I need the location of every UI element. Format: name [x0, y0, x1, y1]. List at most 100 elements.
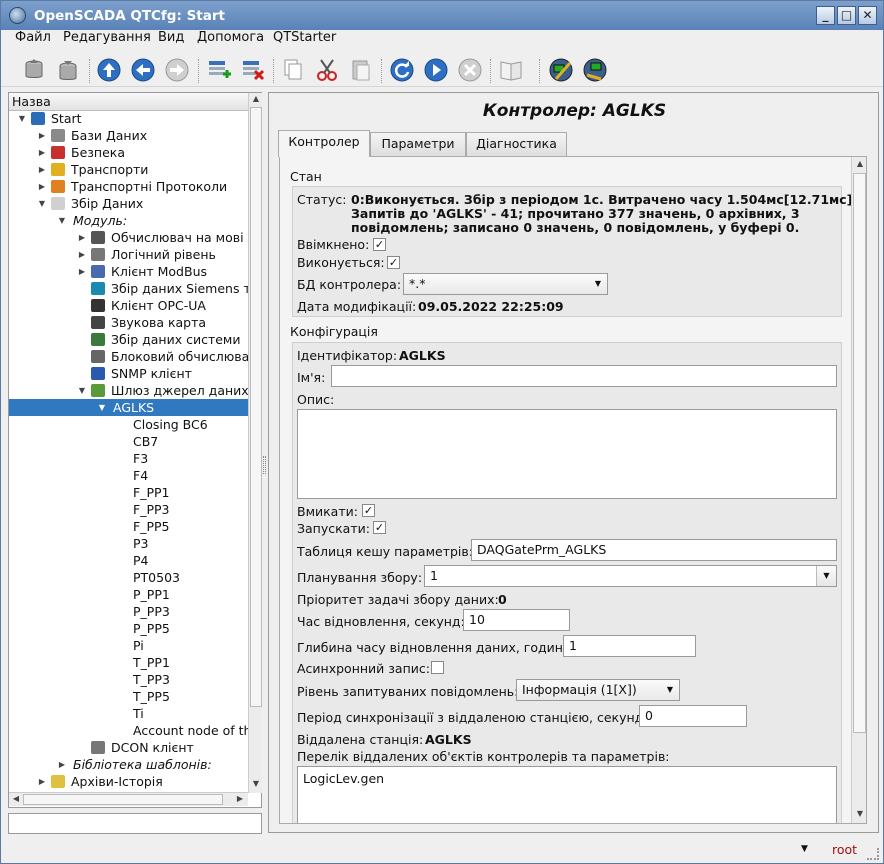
tree-item[interactable]: Ti [9, 705, 248, 722]
expand-right-icon[interactable]: ▶ [37, 773, 47, 790]
enabled-checkbox[interactable]: ✓ [373, 238, 386, 251]
resize-grip[interactable] [867, 848, 879, 860]
sync-period-input[interactable]: 0 [639, 705, 747, 727]
tree-item[interactable]: ▼ Модуль: [9, 212, 248, 229]
refresh-icon[interactable] [387, 55, 417, 85]
restore-time-input[interactable]: 10 [463, 609, 570, 631]
manual-icon[interactable] [496, 55, 526, 85]
running-checkbox[interactable]: ✓ [387, 256, 400, 269]
menu-view[interactable]: Вид [158, 30, 184, 45]
tree-item[interactable]: ▼ Збір Даних [9, 195, 248, 212]
scroll-up-icon[interactable]: ▲ [854, 159, 866, 168]
panel-vertical-scrollbar[interactable]: ▲ ▼ [851, 157, 866, 823]
forward-icon[interactable] [162, 55, 192, 85]
tree-item[interactable]: P4 [9, 552, 248, 569]
expand-down-icon[interactable]: ▼ [77, 382, 87, 399]
cut-icon[interactable] [312, 55, 342, 85]
tree-item[interactable]: F_PP1 [9, 484, 248, 501]
tree-item[interactable]: Pi [9, 637, 248, 654]
scrollbar-thumb[interactable] [23, 794, 223, 805]
restore-depth-input[interactable]: 1 [563, 635, 696, 657]
tree-item[interactable]: F_PP3 [9, 501, 248, 518]
vision-icon[interactable] [580, 55, 610, 85]
expand-right-icon[interactable]: ▶ [37, 178, 47, 195]
tree-item[interactable]: ▶ Транспорти [9, 161, 248, 178]
close-button[interactable]: ✕ [858, 6, 877, 25]
tree-item[interactable]: Closing BC6 [9, 416, 248, 433]
enable-checkbox[interactable]: ✓ [362, 504, 375, 517]
title-bar[interactable]: OpenSCADA QTCfg: Start _ □ ✕ [1, 1, 883, 30]
tree-item[interactable]: Клієнт OPC-UA [9, 297, 248, 314]
tab-diagnostics[interactable]: Діагностика [466, 132, 567, 156]
menu-qtstarter[interactable]: QTStarter [273, 30, 336, 45]
tree-item[interactable]: PT0503 [9, 569, 248, 586]
expand-down-icon[interactable]: ▼ [17, 111, 27, 127]
schedule-combobox[interactable]: 1 ▼ [424, 565, 837, 587]
tree-item[interactable]: ▶ Бібліотека шаблонів: [9, 756, 248, 773]
tree-item[interactable]: ▶ Безпека [9, 144, 248, 161]
expand-down-icon[interactable]: ▼ [57, 212, 67, 229]
tree-horizontal-scrollbar[interactable]: ◀ ▶ [9, 792, 248, 806]
tree-item[interactable]: Збір даних Siemens т [9, 280, 248, 297]
tree-item[interactable]: ▶ Транспортні Протоколи [9, 178, 248, 195]
paste-icon[interactable] [346, 55, 376, 85]
expand-right-icon[interactable]: ▶ [77, 229, 87, 246]
tree-item[interactable]: ▶ Логічний рівень [9, 246, 248, 263]
stop-icon[interactable] [455, 55, 485, 85]
tree-item[interactable]: F4 [9, 467, 248, 484]
expand-right-icon[interactable]: ▶ [37, 144, 47, 161]
up-icon[interactable] [94, 55, 124, 85]
tree-item[interactable]: P_PP5 [9, 620, 248, 637]
message-level-select[interactable]: Інформація (1[X]) ▼ [516, 679, 680, 701]
chevron-down-icon[interactable]: ▼ [816, 566, 836, 586]
remote-objects-textarea[interactable]: LogicLev.gen [297, 766, 837, 823]
tree-item[interactable]: ▶ Архіви-Історія [9, 773, 248, 790]
tree-item[interactable]: ▼ AGLKS [9, 399, 248, 416]
db-select[interactable]: *.* ▼ [403, 273, 608, 295]
start-checkbox[interactable]: ✓ [373, 521, 386, 534]
tree-vertical-scrollbar[interactable]: ▲ ▼ [248, 93, 262, 793]
navigation-tree[interactable]: Назва ▼ Start ▶ Бази Даних ▶ Безпека ▶ Транспор… [8, 92, 262, 808]
tree-item[interactable]: P_PP1 [9, 586, 248, 603]
menu-help[interactable]: Допомога [197, 30, 264, 45]
tree-item[interactable]: Збір даних системи [9, 331, 248, 348]
scroll-left-icon[interactable]: ◀ [10, 794, 22, 803]
cache-table-input[interactable]: DAQGatePrm_AGLKS [471, 539, 837, 561]
tab-parameters[interactable]: Параметри [370, 132, 466, 156]
expand-right-icon[interactable]: ▶ [37, 161, 47, 178]
async-write-checkbox[interactable] [431, 661, 444, 674]
scroll-down-icon[interactable]: ▼ [250, 779, 262, 788]
add-item-icon[interactable] [204, 55, 234, 85]
scroll-right-icon[interactable]: ▶ [234, 794, 246, 803]
expand-down-icon[interactable]: ▼ [97, 399, 107, 416]
tree-search-input[interactable] [8, 813, 262, 834]
expand-right-icon[interactable]: ▶ [57, 756, 67, 773]
copy-icon[interactable] [278, 55, 308, 85]
tree-item[interactable]: DCON клієнт [9, 739, 248, 756]
tree-item[interactable]: SNMP клієнт [9, 365, 248, 382]
menu-file[interactable]: Файл [15, 30, 51, 45]
tree-item[interactable]: F_PP5 [9, 518, 248, 535]
back-icon[interactable] [128, 55, 158, 85]
tree-item[interactable]: Account node of the [9, 722, 248, 739]
scrollbar-thumb[interactable] [853, 173, 866, 733]
maximize-button[interactable]: □ [837, 6, 856, 25]
tree-item[interactable]: ▶ Клієнт ModBus [9, 263, 248, 280]
expand-right-icon[interactable]: ▶ [77, 246, 87, 263]
splitter-handle[interactable] [263, 456, 266, 474]
tree-item[interactable]: T_PP3 [9, 671, 248, 688]
description-textarea[interactable] [297, 409, 837, 499]
db-save-icon[interactable] [53, 55, 83, 85]
user-label[interactable]: root [832, 842, 857, 857]
scroll-down-icon[interactable]: ▼ [854, 809, 866, 818]
tree-item[interactable]: ▶ Обчислювач на мові п [9, 229, 248, 246]
tree-item[interactable]: T_PP5 [9, 688, 248, 705]
name-input[interactable] [331, 365, 837, 387]
expand-right-icon[interactable]: ▶ [37, 127, 47, 144]
tree-item[interactable]: Блоковий обчислювач [9, 348, 248, 365]
menu-edit[interactable]: Редагування [63, 30, 151, 45]
tree-item[interactable]: Звукова карта [9, 314, 248, 331]
qtcfg-icon[interactable] [546, 55, 576, 85]
tree-item[interactable]: P_PP3 [9, 603, 248, 620]
tree-item[interactable]: ▼ Start [9, 111, 248, 127]
